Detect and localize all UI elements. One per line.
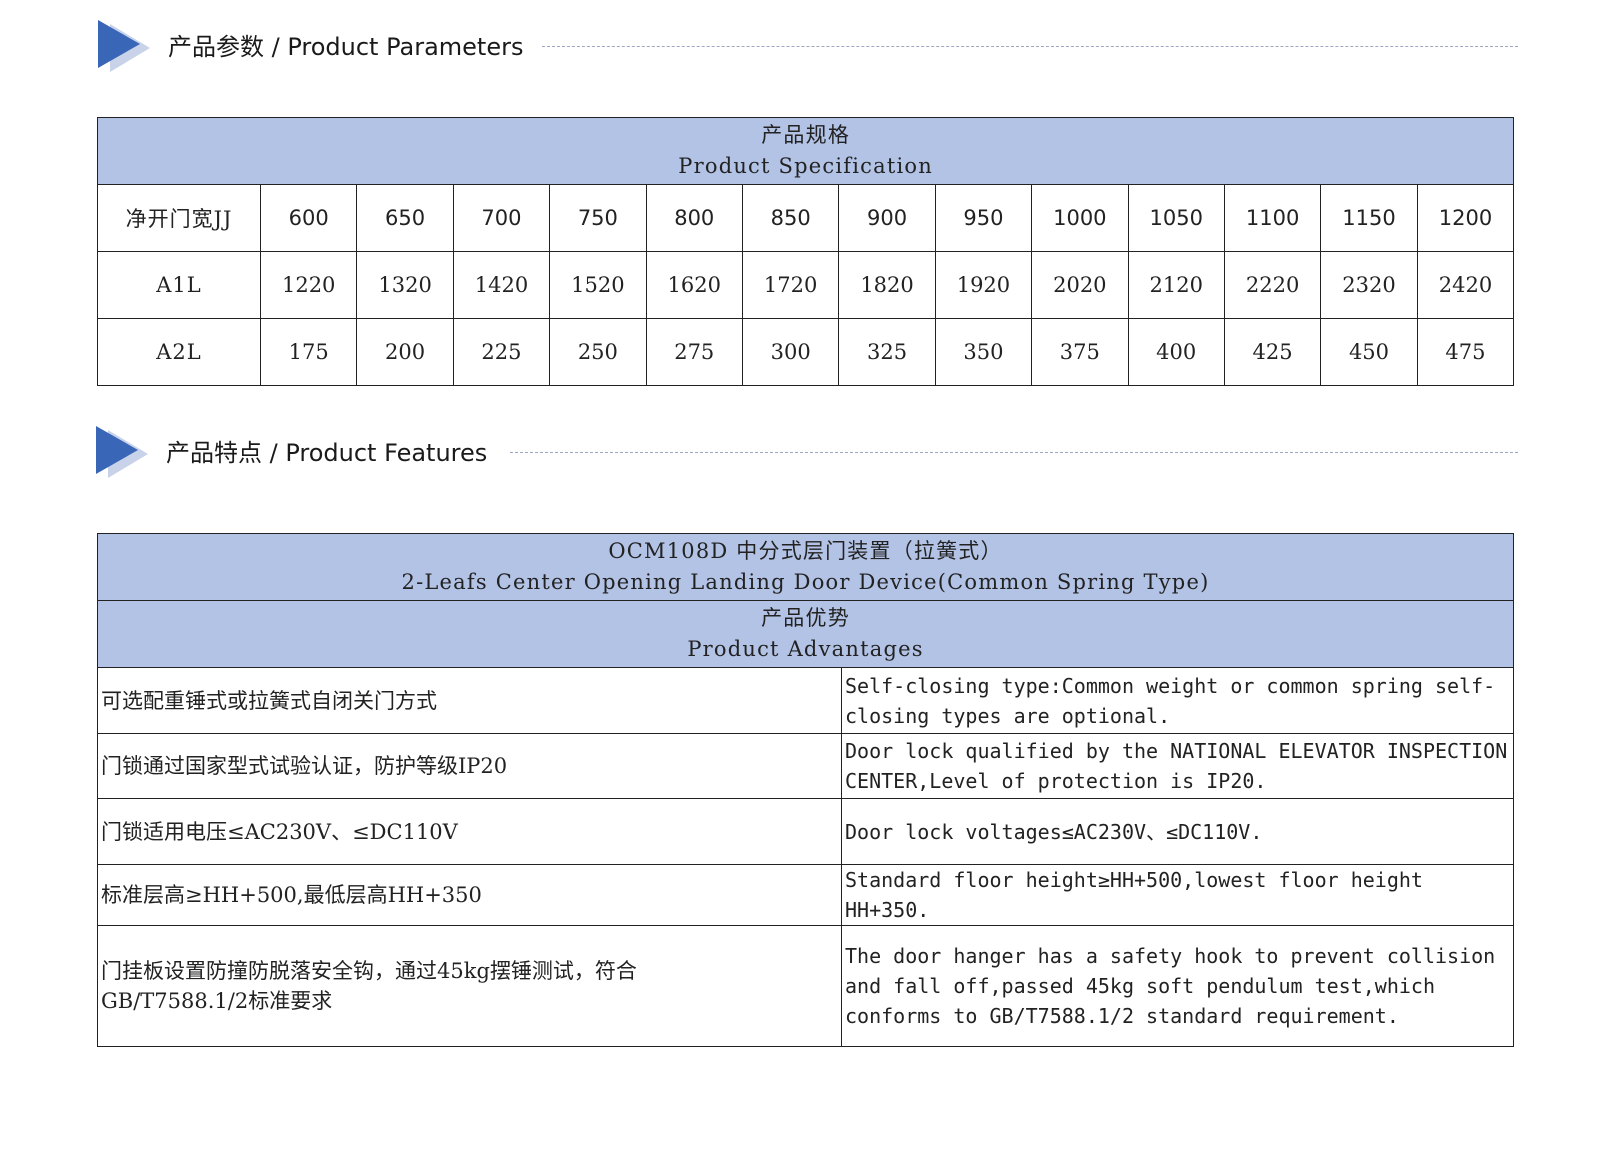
spec-cell: 350	[934, 318, 1033, 386]
section-title: 产品参数 / Product Parameters	[168, 33, 524, 61]
spec-cell: 225	[452, 318, 551, 386]
feature-table-body: 可选配重锤式或拉簧式自闭关门方式 Self-closing type:Common…	[97, 667, 1515, 1047]
spec-cell: 600	[259, 184, 358, 252]
spec-cell: 1220	[259, 251, 358, 319]
spec-cell: 1520	[549, 251, 647, 319]
advantages-header: 产品优势 Product Advantages	[96, 600, 1515, 668]
feature-row: 可选配重锤式或拉簧式自闭关门方式 Self-closing type:Common…	[97, 667, 1515, 734]
spec-table-header: 产品规格 Product Specification	[96, 117, 1515, 185]
spec-cell: 200	[356, 318, 454, 386]
feature-row: 门挂板设置防撞防脱落安全钩，通过45kg摆锤测试，符合GB/T7588.1/2标…	[97, 925, 1515, 1047]
spec-cell: 2220	[1223, 251, 1322, 319]
spec-cell: 950	[934, 184, 1033, 252]
spec-cell: 275	[645, 318, 743, 386]
spec-cell: 2320	[1320, 251, 1418, 319]
arrow-icon	[96, 426, 148, 478]
dashed-divider	[510, 452, 1518, 453]
spec-cell: 800	[645, 184, 743, 252]
spec-cell: 1050	[1127, 184, 1225, 252]
arrow-icon	[98, 20, 150, 72]
spec-cell: 750	[549, 184, 647, 252]
spec-cell: 300	[741, 318, 840, 386]
advantages-cn: 产品优势	[761, 606, 850, 630]
spec-cell: 650	[356, 184, 454, 252]
dashed-divider	[542, 46, 1518, 47]
spec-cell: 1200	[1416, 184, 1515, 252]
spec-row: A1L 1220 1320 1420 1520 1620 1720 1820 1920 2020 2…	[97, 251, 1515, 319]
spec-cell: 1320	[356, 251, 454, 319]
section-header-parameters: 产品参数 / Product Parameters	[98, 18, 1518, 74]
spec-cell: 2020	[1031, 251, 1129, 319]
spec-cell: 1820	[838, 251, 936, 319]
spec-header-cn: 产品规格	[761, 123, 851, 147]
feature-row: 标准层高≥HH+500,最低层高HH+350 Standard floor hei…	[97, 864, 1515, 926]
feature-cn: 门锁通过国家型式试验认证，防护等级IP20	[97, 733, 842, 799]
spec-cell: 1920	[934, 251, 1033, 319]
feature-cn: 标准层高≥HH+500,最低层高HH+350	[97, 864, 842, 926]
spec-cell: 1420	[452, 251, 551, 319]
feature-en: Standard floor height≥HH+500,lowest floo…	[840, 864, 1515, 926]
spec-row-label: A2L	[97, 318, 261, 386]
spec-table: 产品规格 Product Specification 净开门宽JJ 600 650 7…	[96, 117, 1515, 386]
feature-en: Self-closing type:Common weight or commo…	[840, 667, 1515, 734]
spec-cell: 1620	[645, 251, 743, 319]
feature-cn: 可选配重锤式或拉簧式自闭关门方式	[97, 667, 842, 734]
model-header: OCM108D 中分式层门装置（拉簧式） 2-Leafs Center Open…	[96, 533, 1515, 601]
spec-cell: 1000	[1031, 184, 1129, 252]
feature-row: 门锁适用电压≤AC230V、≤DC110V Door lock voltages≤…	[97, 798, 1515, 865]
spec-cell: 850	[741, 184, 840, 252]
spec-cell: 1100	[1223, 184, 1322, 252]
spec-cell: 175	[259, 318, 358, 386]
spec-cell: 425	[1223, 318, 1322, 386]
feature-table: OCM108D 中分式层门装置（拉簧式） 2-Leafs Center Open…	[96, 533, 1515, 1047]
spec-cell: 1720	[741, 251, 840, 319]
spec-cell: 700	[452, 184, 551, 252]
spec-cell: 900	[838, 184, 936, 252]
model-name-cn: OCM108D 中分式层门装置（拉簧式）	[608, 539, 1003, 563]
spec-cell: 250	[549, 318, 647, 386]
spec-cell: 450	[1320, 318, 1418, 386]
feature-cn: 门锁适用电压≤AC230V、≤DC110V	[97, 798, 842, 865]
feature-cn: 门挂板设置防撞防脱落安全钩，通过45kg摆锤测试，符合GB/T7588.1/2标…	[97, 925, 842, 1047]
feature-en: The door hanger has a safety hook to pre…	[840, 925, 1515, 1047]
advantages-en: Product Advantages	[687, 637, 924, 661]
section-title: 产品特点 / Product Features	[166, 439, 488, 467]
feature-en: Door lock voltages≤AC230V、≤DC110V.	[840, 798, 1515, 865]
spec-row-label: 净开门宽JJ	[97, 184, 261, 252]
feature-row: 门锁通过国家型式试验认证，防护等级IP20 Door lock qualified…	[97, 733, 1515, 799]
section-header-features: 产品特点 / Product Features	[96, 424, 1518, 480]
spec-cell: 400	[1127, 318, 1225, 386]
spec-table-body: 净开门宽JJ 600 650 700 750 800 850 900 950 1000 1050 11…	[97, 184, 1515, 386]
spec-cell: 475	[1416, 318, 1515, 386]
spec-cell: 325	[838, 318, 936, 386]
spec-row-label: A1L	[97, 251, 261, 319]
spec-cell: 1150	[1320, 184, 1418, 252]
model-name-en: 2-Leafs Center Opening Landing Door Devi…	[401, 570, 1210, 594]
feature-en: Door lock qualified by the NATIONAL ELEV…	[840, 733, 1515, 799]
spec-cell: 375	[1031, 318, 1129, 386]
spec-header-en: Product Specification	[678, 154, 933, 178]
spec-cell: 2120	[1127, 251, 1225, 319]
spec-cell: 2420	[1416, 251, 1515, 319]
spec-row: 净开门宽JJ 600 650 700 750 800 850 900 950 1000 1050 11…	[97, 184, 1515, 252]
spec-row: A2L 175 200 225 250 275 300 325 350 375 400 425 450 4…	[97, 318, 1515, 386]
